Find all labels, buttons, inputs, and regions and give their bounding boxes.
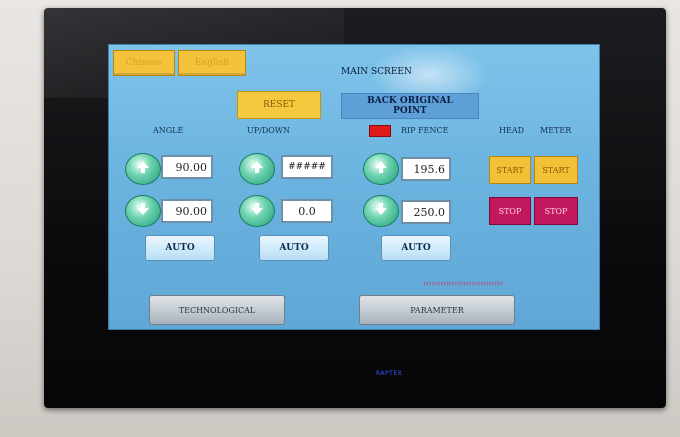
meter-stop-button[interactable]: STOP [534,197,578,225]
updown-bottom-value[interactable]: 0.0 [281,199,333,223]
updown-down-button[interactable] [239,195,275,227]
back-original-point-line1: BACK ORIGINAL [367,96,453,106]
english-language-button[interactable]: English [178,50,246,76]
chinese-language-button[interactable]: Chinese [113,50,175,76]
angle-top-value[interactable]: 90.00 [161,155,213,179]
arrow-down-icon [373,201,389,221]
head-stop-button[interactable]: STOP [489,197,531,225]
arrow-up-icon [249,159,265,179]
rip-fence-auto-button[interactable]: AUTO [381,235,451,261]
meter-start-button[interactable]: START [534,156,578,184]
head-header: HEAD [499,126,525,135]
rip-fence-down-button[interactable] [363,195,399,227]
status-message: ???????????????????????????? [423,282,503,288]
rip-fence-indicator [369,125,391,137]
parameter-button[interactable]: PARAMETER [359,295,515,325]
angle-down-button[interactable] [125,195,161,227]
rip-fence-bottom-value[interactable]: 250.0 [401,200,451,224]
angle-up-button[interactable] [125,153,161,185]
bezel-brand: RAPTEX [376,370,403,377]
angle-header: ANGLE [153,126,184,135]
head-start-button[interactable]: START [489,156,531,184]
arrow-down-icon [249,201,265,221]
meter-header: METER [540,126,572,135]
hmi-screen: Chinese English MAIN SCREEN RESET BACK O… [108,44,600,330]
arrow-up-icon [135,159,151,179]
page-title: MAIN SCREEN [341,67,412,77]
arrow-up-icon [373,159,389,179]
back-original-point-button[interactable]: BACK ORIGINAL POINT [341,93,479,119]
angle-bottom-value[interactable]: 90.00 [161,199,213,223]
technological-button[interactable]: TECHNOLOGICAL [149,295,285,325]
arrow-down-icon [135,201,151,221]
angle-auto-button[interactable]: AUTO [145,235,215,261]
reset-button[interactable]: RESET [237,91,321,119]
updown-top-value[interactable]: ##### [281,155,333,179]
updown-auto-button[interactable]: AUTO [259,235,329,261]
rip-fence-up-button[interactable] [363,153,399,185]
updown-header: UP/DOWN [247,126,291,135]
rip-fence-top-value[interactable]: 195.6 [401,157,451,181]
back-original-point-line2: POINT [393,106,427,116]
rip-fence-header: RIP FENCE [401,126,449,135]
updown-up-button[interactable] [239,153,275,185]
